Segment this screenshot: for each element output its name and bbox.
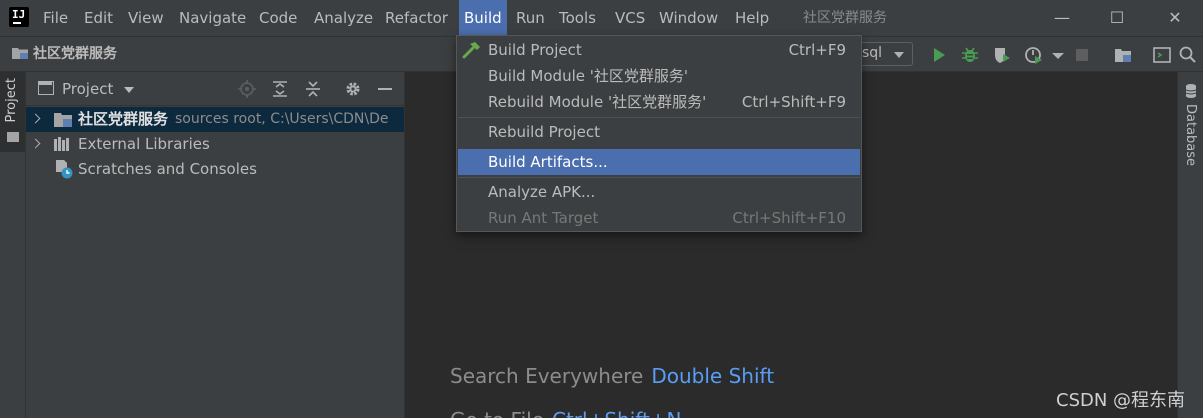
module-folder-icon bbox=[54, 113, 72, 127]
search-icon[interactable] bbox=[1178, 45, 1198, 65]
folder-icon bbox=[12, 48, 28, 59]
project-panel-header: Project bbox=[26, 72, 404, 106]
menu-separator bbox=[458, 117, 860, 118]
menu-item-label: Rebuild Module '社区党群服务' bbox=[488, 93, 707, 111]
stop-icon[interactable] bbox=[1072, 45, 1092, 65]
scratches-icon bbox=[56, 160, 73, 179]
project-tool-tab-label: Project bbox=[4, 78, 19, 123]
menu-item-build-project[interactable]: Build Project Ctrl+F9 bbox=[458, 37, 860, 63]
debug-icon[interactable] bbox=[960, 45, 980, 65]
library-icon bbox=[54, 137, 69, 151]
tree-item-hint: sources root, C:\Users\CDN\De bbox=[175, 111, 389, 127]
chevron-down-icon bbox=[894, 52, 904, 58]
menu-edit[interactable]: Edit bbox=[84, 0, 113, 36]
menu-item-analyze-apk[interactable]: Analyze APK... bbox=[458, 179, 860, 205]
menu-item-label: Rebuild Project bbox=[488, 123, 600, 141]
menu-item-shortcut: Ctrl+Shift+F9 bbox=[741, 93, 846, 111]
hint-text: Search Everywhere bbox=[450, 364, 644, 388]
menu-build[interactable]: Build bbox=[459, 0, 507, 36]
menu-view[interactable]: View bbox=[128, 0, 164, 36]
ide-window: IJ File Edit View Navigate Code Analyze … bbox=[0, 0, 1203, 418]
tree-item-external-libraries[interactable]: External Libraries bbox=[26, 132, 404, 157]
hammer-icon bbox=[462, 42, 480, 59]
menu-navigate[interactable]: Navigate bbox=[179, 0, 246, 36]
menu-item-label: Run Ant Target bbox=[488, 209, 599, 227]
menu-item-rebuild-project[interactable]: Rebuild Project bbox=[458, 119, 860, 145]
chevron-right-icon[interactable] bbox=[30, 113, 41, 124]
intellij-logo-icon: IJ bbox=[6, 4, 32, 30]
project-panel: Project 社区党群服务 sources root, C:\Users\CD… bbox=[26, 72, 405, 418]
more-run-options-chevron-icon[interactable] bbox=[1048, 45, 1068, 65]
project-tool-tab[interactable]: Project bbox=[0, 72, 25, 152]
menu-item-label: Build Project bbox=[488, 41, 582, 59]
menu-item-rebuild-module[interactable]: Rebuild Module '社区党群服务' Ctrl+Shift+F9 bbox=[458, 89, 860, 115]
database-tool-tab[interactable]: Database bbox=[1183, 104, 1198, 166]
menu-vcs[interactable]: VCS bbox=[615, 0, 645, 36]
expand-all-icon[interactable] bbox=[271, 80, 289, 98]
editor-hint-go-to-file: Go to File Ctrl+Shift+N bbox=[450, 408, 682, 418]
tree-item-project-root[interactable]: 社区党群服务 sources root, C:\Users\CDN\De bbox=[26, 107, 404, 132]
menu-item-build-artifacts[interactable]: Build Artifacts... bbox=[458, 149, 860, 175]
close-button[interactable]: ✕ bbox=[1152, 0, 1198, 36]
menu-item-label: Build Artifacts... bbox=[488, 153, 608, 171]
project-view-icon bbox=[38, 81, 54, 95]
menu-separator bbox=[458, 177, 860, 178]
project-structure-icon[interactable] bbox=[1113, 45, 1133, 65]
gear-icon[interactable] bbox=[344, 80, 362, 98]
coverage-icon[interactable] bbox=[992, 45, 1012, 65]
tree-item-scratches[interactable]: Scratches and Consoles bbox=[26, 157, 404, 182]
chevron-down-icon[interactable] bbox=[124, 87, 134, 93]
hide-panel-icon[interactable] bbox=[376, 80, 394, 98]
project-view-selector[interactable]: Project bbox=[62, 72, 113, 106]
hint-shortcut: Double Shift bbox=[651, 364, 775, 388]
tree-item-label: Scratches and Consoles bbox=[78, 160, 257, 178]
menu-file[interactable]: File bbox=[43, 0, 68, 36]
terminal-window-icon[interactable] bbox=[1152, 45, 1172, 65]
menu-item-run-ant-target[interactable]: Run Ant Target Ctrl+Shift+F10 bbox=[458, 205, 860, 231]
menu-item-build-module[interactable]: Build Module '社区党群服务' bbox=[458, 63, 860, 89]
tree-item-label: 社区党群服务 bbox=[78, 110, 169, 128]
menu-bar: IJ File Edit View Navigate Code Analyze … bbox=[0, 0, 1203, 36]
right-tool-strip: Database bbox=[1177, 72, 1203, 418]
build-menu-dropdown: Build Project Ctrl+F9 Build Module '社区党群… bbox=[456, 35, 862, 232]
menu-analyze[interactable]: Analyze bbox=[314, 0, 373, 36]
chevron-right-icon[interactable] bbox=[30, 138, 41, 149]
menu-help[interactable]: Help bbox=[735, 0, 769, 36]
menu-item-label: Analyze APK... bbox=[488, 183, 596, 201]
run-icon[interactable] bbox=[929, 45, 949, 65]
menu-code[interactable]: Code bbox=[259, 0, 297, 36]
collapse-all-icon[interactable] bbox=[304, 80, 322, 98]
menu-item-shortcut: Ctrl+F9 bbox=[788, 41, 846, 59]
locate-target-icon[interactable] bbox=[238, 80, 256, 98]
folder-icon bbox=[7, 132, 19, 142]
menu-run[interactable]: Run bbox=[516, 0, 545, 36]
hint-text: Go to File bbox=[450, 408, 544, 418]
minimize-button[interactable]: — bbox=[1039, 0, 1085, 36]
database-icon[interactable] bbox=[1186, 84, 1196, 98]
run-configuration-select[interactable]: sql bbox=[855, 42, 913, 66]
maximize-button[interactable]: ☐ bbox=[1094, 0, 1140, 36]
window-title: 社区党群服务 bbox=[803, 10, 887, 26]
menu-item-shortcut: Ctrl+Shift+F10 bbox=[732, 209, 846, 227]
breadcrumb-project[interactable]: 社区党群服务 bbox=[33, 37, 117, 71]
run-configuration-label: sql bbox=[862, 45, 883, 61]
menu-refactor[interactable]: Refactor bbox=[385, 0, 448, 36]
menu-window[interactable]: Window bbox=[659, 0, 718, 36]
menu-tools[interactable]: Tools bbox=[559, 0, 596, 36]
left-tool-strip: Project bbox=[0, 72, 26, 418]
menu-item-label: Build Module '社区党群服务' bbox=[488, 67, 688, 85]
watermark: CSDN @程东南 bbox=[1056, 390, 1186, 411]
editor-hint-search-everywhere: Search Everywhere Double Shift bbox=[450, 364, 774, 388]
profiler-icon[interactable] bbox=[1024, 45, 1044, 65]
hint-shortcut: Ctrl+Shift+N bbox=[552, 408, 682, 418]
tree-item-label: External Libraries bbox=[78, 135, 210, 153]
